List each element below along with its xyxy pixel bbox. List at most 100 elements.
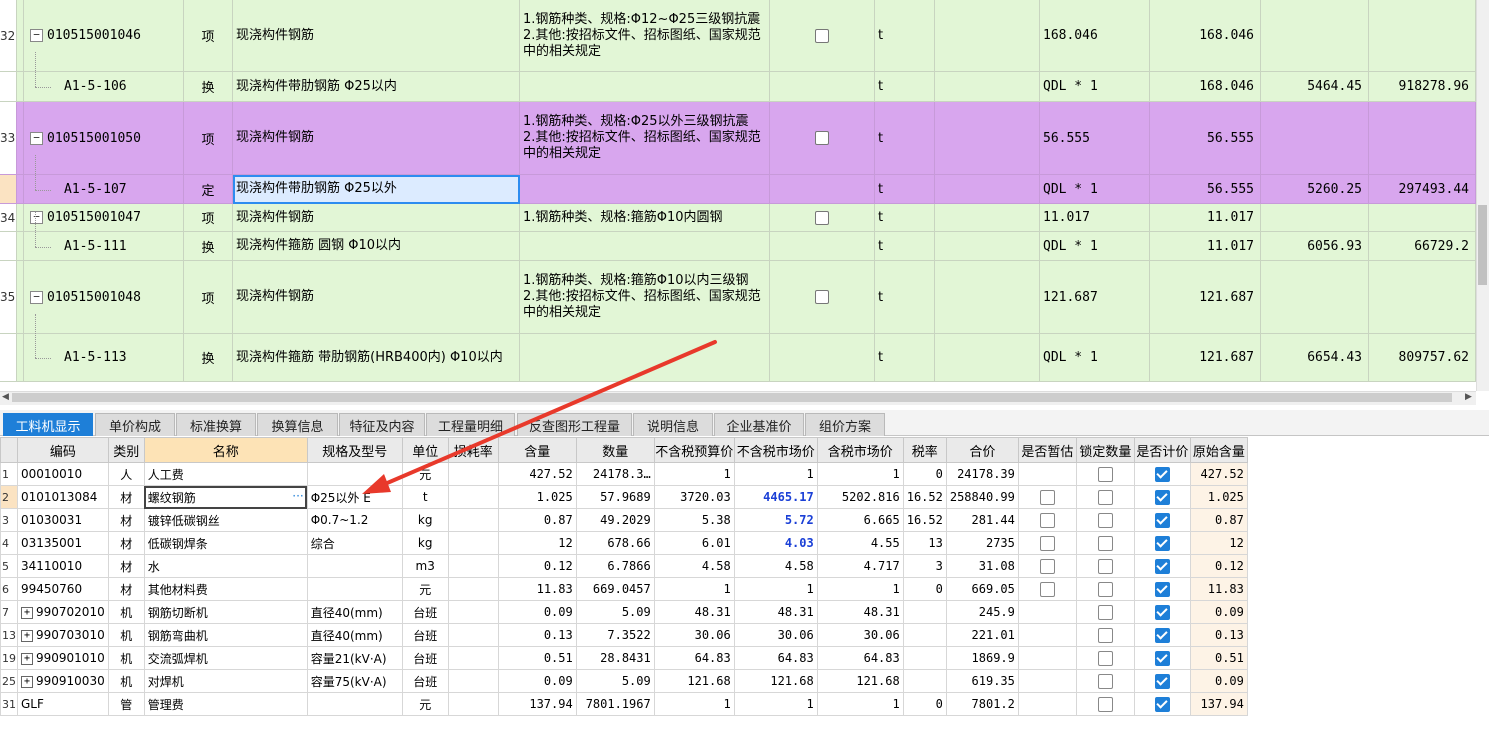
upper-vertical-scroll-thumb[interactable] bbox=[1478, 205, 1487, 285]
pricing-cell[interactable] bbox=[1133, 600, 1191, 624]
lock-quantity-cell[interactable] bbox=[1075, 600, 1135, 624]
pretax-market-price-cell[interactable]: 48.31 bbox=[733, 600, 818, 624]
lock-quantity-cell[interactable] bbox=[1075, 554, 1135, 578]
row-checkbox[interactable] bbox=[815, 28, 829, 43]
lock-quantity-cell[interactable] bbox=[1075, 646, 1135, 670]
estimate-checkbox[interactable] bbox=[1039, 558, 1055, 574]
lock-quantity-cell[interactable] bbox=[1075, 485, 1135, 509]
item-name-cell[interactable]: 现浇构件箍筋 带肋钢筋(HRB400内) Φ10以内 bbox=[233, 334, 520, 382]
item-name-cell[interactable]: 现浇构件钢筋 bbox=[233, 102, 520, 175]
item-type-cell[interactable]: 换 bbox=[184, 334, 233, 382]
estimate-checkbox[interactable] bbox=[1039, 535, 1055, 551]
pricing-cell[interactable] bbox=[1133, 577, 1191, 601]
bill-row[interactable]: 34−010515001047 项现浇构件钢筋 1.钢筋种类、规格:箍筋Φ10内圆钢… bbox=[0, 204, 1476, 232]
content-cell[interactable]: 0.13 bbox=[497, 623, 577, 647]
taxed-market-price-cell[interactable]: 6.665 bbox=[816, 508, 904, 532]
bill-row[interactable]: A1-5-106 换现浇构件带肋钢筋 Φ25以内 t QDL * 1 168.046 54… bbox=[0, 52, 1476, 102]
column-header[interactable]: 合价 bbox=[945, 437, 1019, 463]
quantity-expression-cell[interactable]: 168.046 bbox=[1040, 0, 1150, 72]
estimate-cell[interactable] bbox=[1017, 485, 1077, 509]
loss-rate-cell[interactable] bbox=[447, 508, 499, 532]
lock-quantity-checkbox[interactable] bbox=[1097, 512, 1113, 528]
estimate-checkbox[interactable] bbox=[1039, 512, 1055, 528]
item-type-cell[interactable]: 换 bbox=[184, 72, 233, 102]
collapse-icon[interactable]: − bbox=[30, 211, 43, 224]
tab-4[interactable]: 特征及内容 bbox=[339, 413, 425, 436]
resource-row[interactable]: 2 0101013084 材螺纹钢筋 ··· Φ25以外 Et 1.025 57.9689 3… bbox=[0, 485, 1248, 509]
item-name-cell[interactable]: 现浇构件带肋钢筋 Φ25以外 bbox=[233, 175, 520, 204]
tab-7[interactable]: 说明信息 bbox=[633, 413, 713, 436]
bill-row[interactable]: A1-5-107 定现浇构件带肋钢筋 Φ25以外 t QDL * 1 56.555 526… bbox=[0, 155, 1476, 204]
checkbox-cell[interactable] bbox=[770, 204, 875, 232]
column-header[interactable]: 是否暂估 bbox=[1017, 437, 1077, 463]
quantity-expression-cell[interactable]: QDL * 1 bbox=[1040, 175, 1150, 204]
taxed-market-price-cell[interactable]: 64.83 bbox=[816, 646, 904, 670]
item-feature-cell[interactable]: 1.钢筋种类、规格:Φ25以外三级钢抗震 2.其他:按招标文件、招标图纸、国家规… bbox=[520, 102, 770, 175]
estimate-cell[interactable] bbox=[1017, 600, 1077, 624]
resource-name-cell[interactable]: 钢筋弯曲机 bbox=[143, 623, 308, 647]
pricing-checkbox[interactable] bbox=[1154, 581, 1170, 597]
resource-code-cell[interactable]: 99450760 bbox=[17, 577, 109, 601]
more-options-icon[interactable]: ··· bbox=[292, 489, 303, 503]
item-type-cell[interactable]: 换 bbox=[184, 232, 233, 261]
column-header[interactable]: 不含税市场价 bbox=[733, 437, 818, 463]
pricing-cell[interactable] bbox=[1133, 508, 1191, 532]
loss-rate-cell[interactable] bbox=[447, 692, 499, 716]
spec-cell[interactable]: Φ25以外 E bbox=[306, 485, 403, 509]
lock-quantity-checkbox[interactable] bbox=[1097, 673, 1113, 689]
upper-horizontal-scroll-thumb[interactable] bbox=[12, 393, 1452, 402]
quantity-expression-cell[interactable]: QDL * 1 bbox=[1040, 334, 1150, 382]
quantity-expression-cell[interactable]: 11.017 bbox=[1040, 204, 1150, 232]
column-header[interactable]: 损耗率 bbox=[447, 437, 499, 463]
spec-cell[interactable]: 直径40(mm) bbox=[306, 600, 403, 624]
lock-quantity-checkbox[interactable] bbox=[1097, 535, 1113, 551]
pricing-checkbox[interactable] bbox=[1154, 673, 1170, 689]
resource-name-cell[interactable]: 螺纹钢筋 ··· bbox=[143, 485, 308, 509]
content-cell[interactable]: 137.94 bbox=[497, 692, 577, 716]
spec-cell[interactable] bbox=[306, 692, 403, 716]
expand-icon[interactable]: + bbox=[21, 652, 33, 665]
item-type-cell[interactable]: 定 bbox=[184, 175, 233, 204]
tab-1[interactable]: 单价构成 bbox=[95, 413, 175, 436]
content-cell[interactable]: 0.87 bbox=[497, 508, 577, 532]
resource-code-cell[interactable]: +990703010 bbox=[17, 623, 109, 647]
spec-cell[interactable] bbox=[306, 577, 403, 601]
checkbox-cell[interactable] bbox=[770, 102, 875, 175]
loss-rate-cell[interactable] bbox=[447, 462, 499, 486]
quantity-expression-cell[interactable]: 121.687 bbox=[1040, 261, 1150, 334]
resource-name-cell[interactable]: 其他材料费 bbox=[143, 577, 308, 601]
item-feature-cell[interactable]: 1.钢筋种类、规格:箍筋Φ10以内三级钢 2.其他:按招标文件、招标图纸、国家规… bbox=[520, 261, 770, 334]
pricing-checkbox[interactable] bbox=[1154, 466, 1170, 482]
item-feature-cell[interactable] bbox=[520, 72, 770, 102]
row-checkbox[interactable] bbox=[815, 210, 829, 225]
bill-row[interactable]: 32−010515001046 项现浇构件钢筋 1.钢筋种类、规格:Φ12~Φ25三… bbox=[0, 0, 1476, 72]
spec-cell[interactable]: 直径40(mm) bbox=[306, 623, 403, 647]
checkbox-cell[interactable] bbox=[770, 0, 875, 72]
pretax-market-price-cell[interactable]: 4.58 bbox=[733, 554, 818, 578]
resource-code-cell[interactable]: 34110010 bbox=[17, 554, 109, 578]
collapse-icon[interactable]: − bbox=[30, 290, 43, 304]
pretax-market-price-cell[interactable]: 1 bbox=[733, 577, 818, 601]
lock-quantity-checkbox[interactable] bbox=[1097, 466, 1113, 482]
tab-0[interactable]: 工料机显示 bbox=[3, 413, 93, 436]
resource-row[interactable]: 13 +990703010 机钢筋弯曲机 直径40(mm) 台班 0.13 7.3522 30… bbox=[0, 623, 1248, 647]
item-type-cell[interactable]: 项 bbox=[184, 102, 233, 175]
taxed-market-price-cell[interactable]: 121.68 bbox=[816, 669, 904, 693]
bill-row[interactable]: A1-5-111 换现浇构件箍筋 圆钢 Φ10以内 t QDL * 1 11.017 60… bbox=[0, 212, 1476, 261]
lock-quantity-cell[interactable] bbox=[1075, 669, 1135, 693]
item-name-cell[interactable]: 现浇构件箍筋 圆钢 Φ10以内 bbox=[233, 232, 520, 261]
pricing-cell[interactable] bbox=[1133, 669, 1191, 693]
tax-rate-cell[interactable]: 13 bbox=[902, 531, 947, 555]
row-checkbox[interactable] bbox=[815, 290, 829, 304]
resource-name-cell[interactable]: 管理费 bbox=[143, 692, 308, 716]
item-name-cell[interactable]: 现浇构件带肋钢筋 Φ25以内 bbox=[233, 72, 520, 102]
column-header[interactable]: 单位 bbox=[401, 437, 449, 463]
item-code-cell[interactable]: −010515001050 bbox=[24, 102, 184, 175]
taxed-market-price-cell[interactable]: 30.06 bbox=[816, 623, 904, 647]
checkbox-cell[interactable] bbox=[770, 175, 875, 204]
pretax-market-price-cell[interactable]: 5.72 bbox=[733, 508, 818, 532]
loss-rate-cell[interactable] bbox=[447, 600, 499, 624]
tax-rate-cell[interactable]: 0 bbox=[902, 577, 947, 601]
expand-icon[interactable]: + bbox=[21, 606, 33, 619]
resource-name-cell[interactable]: 人工费 bbox=[143, 462, 308, 486]
